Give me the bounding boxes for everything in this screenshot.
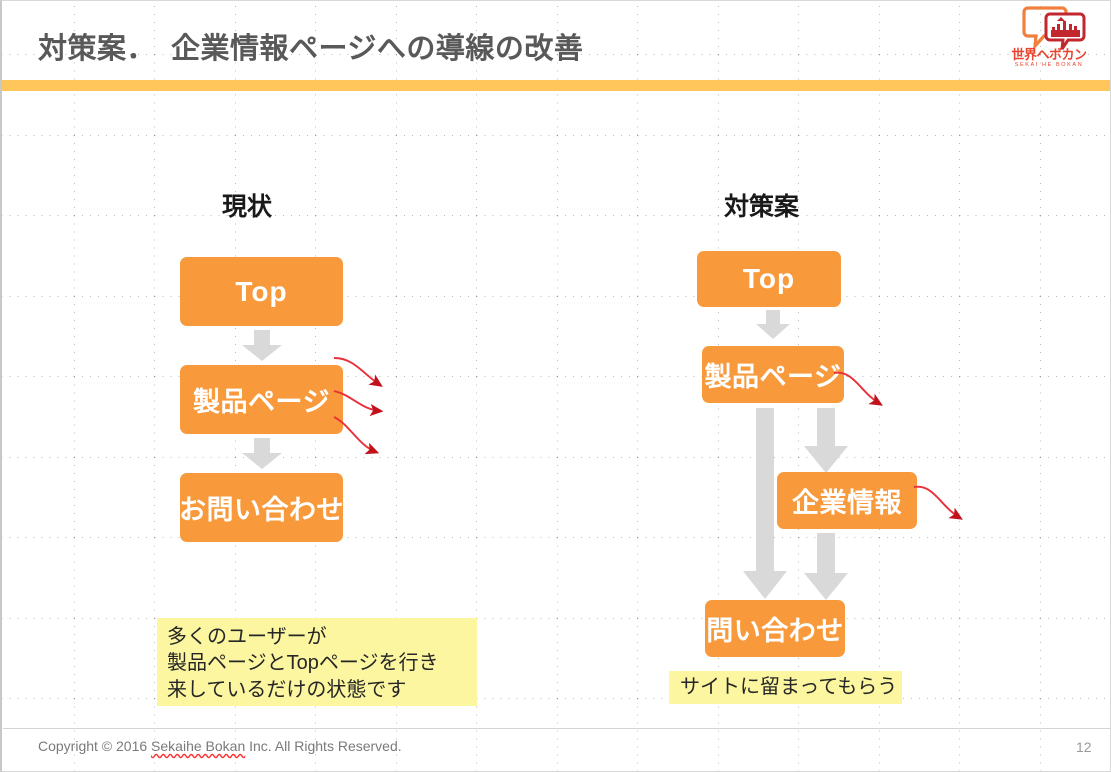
note-line: 多くのユーザーが bbox=[167, 626, 327, 648]
note-current-state: 多くのユーザーが 製品ページとTopページを行き 来しているだけの状態です bbox=[157, 618, 477, 706]
note-line: 来しているだけの状態です bbox=[167, 678, 407, 701]
note-line: 製品ページとTopページを行き bbox=[167, 652, 439, 675]
title-area: 対策案． 企業情報ページへの導線の改善 bbox=[2, 1, 1110, 79]
gray-arrow-proposal-company-to-contact bbox=[804, 533, 848, 600]
column-heading-current: 現状 bbox=[222, 193, 273, 221]
red-exit-arrows-current bbox=[333, 357, 384, 455]
footer-divider bbox=[3, 728, 1110, 729]
copyright-company: Sekaihe Bokan bbox=[151, 738, 246, 754]
gray-arrow-proposal-top-to-product bbox=[756, 310, 790, 339]
node-current-contact[interactable]: お問い合わせ bbox=[179, 473, 344, 542]
node-proposal-contact[interactable]: 問い合わせ bbox=[705, 600, 845, 657]
column-heading-proposal: 対策案 bbox=[724, 193, 800, 221]
node-proposal-company[interactable]: 企業情報 bbox=[777, 472, 917, 529]
gray-arrow-current-top-to-product bbox=[242, 330, 282, 361]
speech-bubble-logo-icon bbox=[1022, 6, 1086, 51]
footer-copyright: Copyright © 2016 Sekaihe Bokan Inc. All … bbox=[38, 738, 402, 754]
node-current-product[interactable]: 製品ページ bbox=[180, 365, 343, 434]
page-title: 対策案． 企業情報ページへの導線の改善 bbox=[38, 33, 584, 65]
note-line: サイトに留まってもらう bbox=[680, 676, 898, 698]
slide-canvas: 対策案． 企業情報ページへの導線の改善 世界ヘボカン SEKAI HE BOKA… bbox=[0, 0, 1111, 772]
gray-arrow-current-product-to-contact bbox=[242, 438, 282, 469]
copyright-prefix: Copyright © 2016 bbox=[38, 738, 152, 754]
node-current-top[interactable]: Top bbox=[180, 257, 343, 326]
copyright-suffix: Inc. All Rights Reserved. bbox=[245, 738, 402, 754]
brand-logo: 世界ヘボカン SEKAI HE BOKAN bbox=[1002, 5, 1096, 79]
page-number: 12 bbox=[1076, 739, 1092, 755]
logo-wordmark: 世界ヘボカン bbox=[1011, 47, 1087, 62]
title-accent-bar bbox=[2, 80, 1110, 91]
note-proposal-goal: サイトに留まってもらう bbox=[669, 671, 902, 704]
gray-arrow-proposal-product-to-company bbox=[804, 408, 848, 473]
node-proposal-top[interactable]: Top bbox=[697, 251, 841, 307]
node-proposal-product[interactable]: 製品ページ bbox=[702, 346, 844, 403]
logo-romaji: SEKAI HE BOKAN bbox=[1014, 61, 1084, 68]
